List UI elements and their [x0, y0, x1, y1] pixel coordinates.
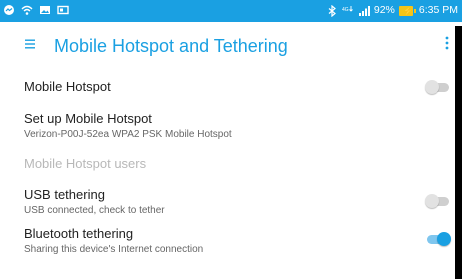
bluetooth-tethering-toggle[interactable] [425, 232, 451, 246]
page-title: Mobile Hotspot and Tethering [54, 36, 288, 56]
screen-icon [57, 5, 69, 15]
mobile-data-icon: 4G [342, 5, 353, 13]
setting-usb-tethering[interactable]: USB tethering USB connected, check to te… [24, 187, 454, 216]
bluetooth-tethering-label: Bluetooth tethering [24, 226, 134, 241]
messenger-icon [4, 5, 14, 15]
notification-icons [3, 4, 69, 16]
toggle-thumb [425, 194, 439, 208]
usb-tethering-toggle[interactable] [425, 194, 451, 208]
hamburger-menu-icon[interactable] [24, 38, 36, 50]
screen-edge [455, 26, 462, 279]
bluetooth-icon [328, 4, 336, 17]
image-icon [40, 6, 50, 14]
svg-text:4G: 4G [342, 7, 349, 13]
bluetooth-tethering-summary: Sharing this device's Internet connectio… [24, 244, 204, 255]
setting-hotspot-users: Mobile Hotspot users [24, 156, 454, 171]
setting-bluetooth-tethering[interactable]: Bluetooth tethering Sharing this device'… [24, 226, 454, 255]
setting-mobile-hotspot[interactable]: Mobile Hotspot [24, 79, 454, 94]
app-bar: Mobile Hotspot and Tethering [0, 22, 462, 70]
more-vert-icon[interactable] [443, 35, 451, 51]
wifi-hotspot-icon [21, 5, 33, 15]
system-icons: 4G 92% ⚡ 6:35 PM [326, 4, 458, 17]
toggle-thumb [425, 80, 439, 94]
signal-strength-icon [358, 5, 370, 16]
setting-setup-hotspot[interactable]: Set up Mobile Hotspot Verizon-P00J-52ea … [24, 111, 454, 140]
hotspot-users-label: Mobile Hotspot users [24, 156, 147, 171]
usb-tethering-label: USB tethering [24, 187, 105, 202]
toggle-thumb [437, 232, 451, 246]
mobile-hotspot-label: Mobile Hotspot [24, 79, 111, 94]
clock: 6:35 PM [418, 4, 458, 16]
mobile-hotspot-toggle[interactable] [425, 80, 451, 94]
battery-icon: ⚡ [398, 5, 416, 16]
setup-hotspot-summary: Verizon-P00J-52ea WPA2 PSK Mobile Hotspo… [24, 129, 232, 140]
battery-percentage: 92% [373, 4, 395, 16]
status-bar: 4G 92% ⚡ 6:35 PM [0, 0, 462, 22]
setup-hotspot-label: Set up Mobile Hotspot [24, 111, 152, 126]
usb-tethering-summary: USB connected, check to tether [24, 205, 165, 216]
